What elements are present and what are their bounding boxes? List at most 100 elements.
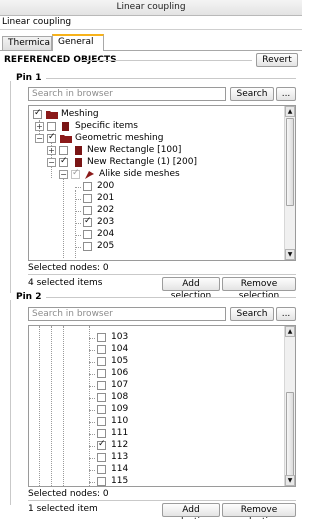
checkbox[interactable] — [71, 168, 80, 179]
folder-icon — [60, 135, 72, 143]
pin1-status-divider — [28, 274, 296, 275]
checkbox[interactable] — [97, 345, 106, 354]
tab-bar: Thermica General — [0, 34, 302, 51]
tree-leaf[interactable]: 112 — [29, 439, 279, 451]
scroll-thumb[interactable] — [286, 118, 294, 206]
expand-icon[interactable]: + — [35, 122, 44, 131]
pin1-remove-selection-button[interactable]: Remove selection — [222, 277, 296, 301]
pin1-add-selection-button[interactable]: Add selection — [162, 277, 220, 301]
checkbox[interactable] — [33, 108, 42, 119]
checkbox[interactable] — [97, 439, 106, 450]
checkbox[interactable] — [59, 156, 68, 167]
checkbox[interactable] — [83, 242, 92, 251]
checkbox[interactable] — [97, 405, 106, 414]
tree-leaf[interactable]: 107 — [29, 380, 279, 391]
pin1-group-border — [10, 81, 11, 293]
pin1-tree: Meshing + Specific items − Geometric mes… — [28, 105, 296, 261]
tree-leaf[interactable]: 113 — [29, 452, 279, 463]
tree-leaf[interactable]: 108 — [29, 392, 279, 403]
pin2-title: Pin 2 — [16, 292, 42, 302]
checkbox[interactable] — [97, 477, 106, 486]
pin2-remove-selection-button[interactable]: Remove selection — [222, 503, 296, 519]
pin1-more-button[interactable]: ... — [276, 87, 296, 101]
checkbox[interactable] — [97, 381, 106, 390]
scroll-down-icon[interactable]: ▼ — [285, 249, 295, 260]
tree-leaf[interactable]: 109 — [29, 404, 279, 415]
tab-thermica[interactable]: Thermica — [2, 36, 52, 50]
checkbox[interactable] — [47, 132, 56, 143]
checkbox[interactable] — [97, 429, 106, 438]
checkbox[interactable] — [97, 393, 106, 402]
pin1-status: Selected nodes: 0 — [28, 263, 109, 273]
tree-leaf[interactable]: 105 — [29, 356, 279, 367]
checkbox[interactable] — [97, 357, 106, 366]
panel-subtitle: Linear coupling — [0, 16, 302, 30]
section-divider — [82, 60, 252, 61]
pin2-tree: 103 104 105 106 107 108 109 110 111 112 … — [28, 325, 296, 487]
checkbox[interactable] — [97, 465, 106, 474]
tab-general[interactable]: General — [52, 34, 104, 51]
scroll-up-icon[interactable]: ▲ — [285, 326, 295, 337]
tree-leaf[interactable]: 115 — [29, 476, 279, 486]
pin2-scrollbar[interactable]: ▲ ▼ — [284, 326, 295, 486]
rectangle-icon — [75, 158, 82, 167]
pin2-selected-count: 1 selected item — [28, 504, 98, 514]
tree-leaf[interactable]: 104 — [29, 344, 279, 355]
pin1-scrollbar[interactable]: ▲ ▼ — [284, 106, 295, 260]
folder-icon — [62, 122, 69, 131]
pin2-group-border — [10, 300, 11, 505]
checkbox[interactable] — [47, 122, 56, 131]
checkbox[interactable] — [83, 194, 92, 203]
pin2-status-divider — [28, 500, 296, 501]
pin1-search-button[interactable]: Search — [230, 87, 274, 101]
tree-leaf[interactable]: 106 — [29, 368, 279, 379]
pin1-search-input[interactable]: Search in browser — [28, 87, 226, 101]
checkbox[interactable] — [59, 146, 68, 155]
checkbox[interactable] — [83, 182, 92, 191]
tree-leaf[interactable]: 202 — [29, 205, 279, 216]
pin2-divider — [46, 297, 296, 298]
general-panel: REFERENCED OBJECTS Revert Pin 1 Search i… — [0, 50, 302, 519]
tree-item-new-rectangle-200[interactable]: − New Rectangle (1) [200] — [29, 156, 279, 168]
tree-item-new-rectangle-100[interactable]: + New Rectangle [100] — [29, 145, 279, 156]
tree-leaf[interactable]: 114 — [29, 464, 279, 475]
mesh-icon — [85, 171, 94, 179]
pin1-selected-count: 4 selected items — [28, 278, 103, 288]
checkbox[interactable] — [97, 333, 106, 342]
collapse-icon[interactable]: − — [59, 170, 68, 179]
checkbox[interactable] — [83, 216, 92, 227]
expand-icon[interactable]: + — [47, 146, 56, 155]
pin1-divider — [46, 78, 296, 79]
rectangle-icon — [75, 146, 82, 155]
tree-leaf[interactable]: 203 — [29, 216, 279, 228]
checkbox[interactable] — [83, 206, 92, 215]
tree-leaf[interactable]: 103 — [29, 332, 279, 343]
tree-leaf[interactable]: 110 — [29, 416, 279, 427]
tree-leaf[interactable]: 200 — [29, 181, 279, 192]
pin2-more-button[interactable]: ... — [276, 307, 296, 321]
folder-icon — [46, 111, 58, 119]
tree-leaf[interactable]: 204 — [29, 229, 279, 240]
pin1-title: Pin 1 — [16, 73, 42, 83]
tree-leaf[interactable]: 205 — [29, 241, 279, 252]
tree-item-geometric-meshing[interactable]: − Geometric meshing — [29, 132, 279, 144]
scroll-thumb[interactable] — [286, 392, 294, 476]
checkbox[interactable] — [97, 369, 106, 378]
checkbox[interactable] — [97, 417, 106, 426]
scroll-up-icon[interactable]: ▲ — [285, 106, 295, 117]
tree-leaf[interactable]: 201 — [29, 193, 279, 204]
tree-item-specific-items[interactable]: + Specific items — [29, 121, 279, 132]
pin2-search-button[interactable]: Search — [230, 307, 274, 321]
revert-button[interactable]: Revert — [256, 53, 298, 67]
scroll-down-icon[interactable]: ▼ — [285, 475, 295, 486]
tree-item-alike-side-meshes[interactable]: − Alike side meshes — [29, 168, 279, 180]
checkbox[interactable] — [97, 453, 106, 462]
tree-leaf[interactable]: 111 — [29, 428, 279, 439]
pin2-search-input[interactable]: Search in browser — [28, 307, 226, 321]
checkbox[interactable] — [83, 230, 92, 239]
collapse-icon[interactable]: − — [35, 134, 44, 143]
pin2-status: Selected nodes: 0 — [28, 489, 109, 499]
pin2-add-selection-button[interactable]: Add selection — [162, 503, 220, 519]
collapse-icon[interactable]: − — [47, 158, 56, 167]
tree-item-meshing[interactable]: Meshing — [29, 108, 279, 120]
